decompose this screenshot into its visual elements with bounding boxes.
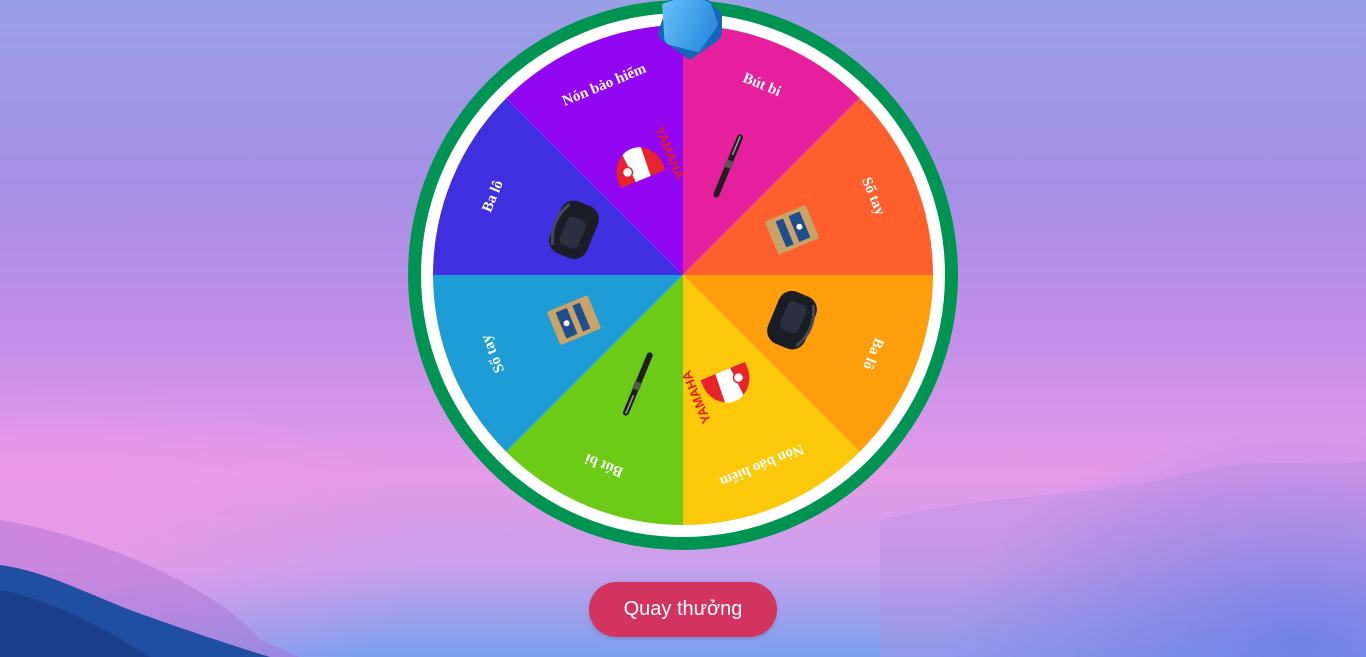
wheel-segments: Bút biSổ tayBa lôNón bảo hiểmYAMAHABút b… bbox=[433, 25, 933, 525]
pointer-arrow-icon bbox=[658, 0, 722, 60]
spin-button[interactable]: Quay thưởng bbox=[589, 582, 777, 637]
prize-wheel[interactable]: Bút bi Sổ tay Ba lô Nón bảo hiểm YAMAHA Bút b… bbox=[408, 0, 958, 550]
